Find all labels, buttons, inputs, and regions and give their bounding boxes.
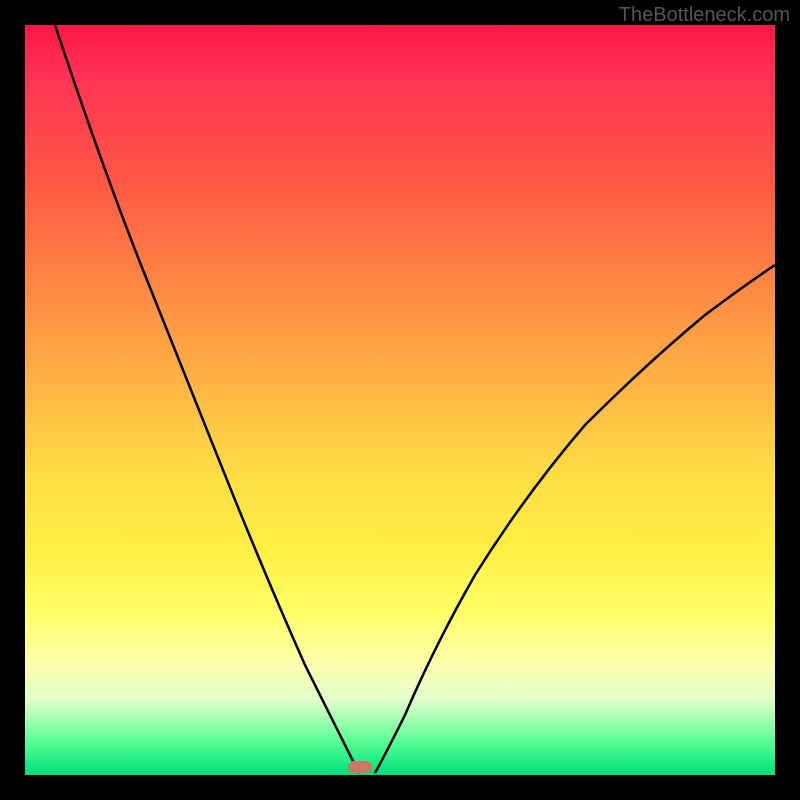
watermark-text: TheBottleneck.com — [619, 4, 790, 27]
bottleneck-marker — [348, 761, 372, 773]
plot-area — [25, 25, 775, 775]
curve-svg — [25, 25, 775, 775]
right-curve — [375, 265, 775, 773]
chart-container: TheBottleneck.com — [0, 0, 800, 800]
left-curve — [55, 25, 360, 773]
